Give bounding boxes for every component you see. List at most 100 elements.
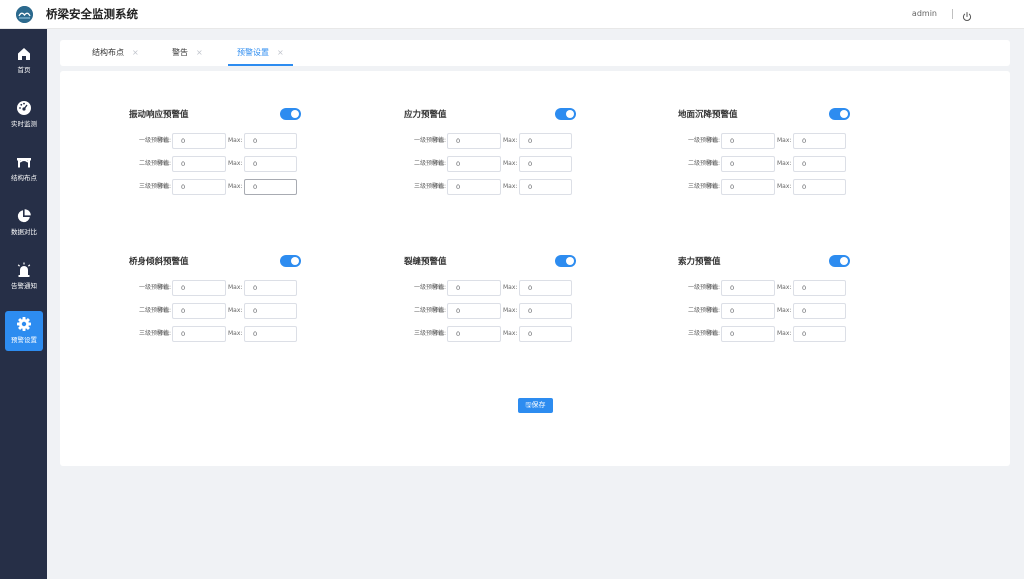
max-input[interactable]: 0	[793, 133, 846, 149]
max-label: Max:	[777, 160, 792, 167]
close-icon[interactable]: ×	[277, 48, 284, 57]
max-input[interactable]: 0	[519, 280, 572, 296]
min-input[interactable]: 0	[172, 326, 226, 342]
section-settlement: 地面沉降预警值 一级预警值: Min: 0 Max: 0 二级预警值: Min:…	[664, 107, 904, 207]
user-name[interactable]: admin	[912, 8, 937, 20]
section-crack: 裂缝预警值 一级预警值: Min: 0 Max: 0 二级预警值: Min: 0…	[390, 254, 630, 354]
min-input[interactable]: 0	[172, 133, 226, 149]
sidebar-item-home[interactable]: 首页	[5, 41, 43, 81]
min-input[interactable]: 0	[172, 303, 226, 319]
max-input[interactable]: 0	[519, 133, 572, 149]
min-input[interactable]: 0	[447, 133, 501, 149]
min-label: Min:	[706, 137, 719, 144]
max-input[interactable]: 0	[793, 303, 846, 319]
min-input[interactable]: 0	[172, 156, 226, 172]
save-button[interactable]: 🖫保存	[518, 398, 553, 413]
section-stress: 应力预警值 一级预警值: Min: 0 Max: 0 二级预警值: Min: 0…	[390, 107, 630, 207]
max-label: Max:	[777, 284, 792, 291]
min-input[interactable]: 0	[447, 303, 501, 319]
min-input[interactable]: 0	[447, 280, 501, 296]
max-input[interactable]: 0	[244, 280, 297, 296]
min-input[interactable]: 0	[721, 280, 775, 296]
max-input[interactable]: 0	[244, 179, 297, 195]
gear-icon	[16, 316, 32, 332]
enable-toggle[interactable]	[555, 108, 576, 120]
max-input[interactable]: 0	[244, 326, 297, 342]
max-input[interactable]: 0	[519, 156, 572, 172]
min-label: Min:	[706, 307, 719, 314]
min-input[interactable]: 0	[447, 179, 501, 195]
enable-toggle[interactable]	[555, 255, 576, 267]
tab-warning-settings[interactable]: 预警设置 ×	[228, 40, 293, 66]
section-title: 应力预警值	[404, 110, 447, 120]
max-input[interactable]: 0	[793, 179, 846, 195]
max-input[interactable]: 0	[519, 303, 572, 319]
enable-toggle[interactable]	[280, 108, 301, 120]
max-label: Max:	[228, 330, 243, 337]
min-label: Min:	[706, 160, 719, 167]
max-label: Max:	[503, 307, 518, 314]
min-input[interactable]: 0	[721, 156, 775, 172]
min-label: Min:	[432, 160, 445, 167]
min-input[interactable]: 0	[447, 156, 501, 172]
min-label: Min:	[157, 183, 170, 190]
max-input[interactable]: 0	[793, 326, 846, 342]
min-input[interactable]: 0	[721, 326, 775, 342]
min-label: Min:	[706, 183, 719, 190]
max-input[interactable]: 0	[244, 156, 297, 172]
sidebar-item-compare[interactable]: 数据对比	[5, 203, 43, 243]
sidebar-item-label: 实时监测	[11, 120, 37, 128]
max-input[interactable]: 0	[244, 303, 297, 319]
tab-warning[interactable]: 警告 ×	[172, 40, 203, 66]
max-input[interactable]: 0	[793, 156, 846, 172]
max-label: Max:	[777, 183, 792, 190]
section-cable-force: 索力预警值 一级预警值: Min: 0 Max: 0 二级预警值: Min: 0…	[664, 254, 904, 354]
enable-toggle[interactable]	[829, 255, 850, 267]
min-label: Min:	[157, 284, 170, 291]
tabs-bar: 结构布点 × 警告 × 预警设置 ×	[60, 40, 1010, 66]
top-header: 桥梁安全监测系统 admin	[0, 0, 1024, 29]
min-label: Min:	[706, 330, 719, 337]
sidebar-item-warning-settings[interactable]: 预警设置	[5, 311, 43, 351]
logo-icon	[16, 6, 33, 23]
enable-toggle[interactable]	[829, 108, 850, 120]
max-label: Max:	[228, 284, 243, 291]
min-label: Min:	[432, 307, 445, 314]
max-label: Max:	[777, 330, 792, 337]
section-title: 裂缝预警值	[404, 257, 447, 267]
dashboard-icon	[16, 100, 32, 116]
sidebar-item-alarm[interactable]: 告警通知	[5, 257, 43, 297]
tab-label: 结构布点	[92, 48, 124, 57]
min-input[interactable]: 0	[721, 179, 775, 195]
section-title: 地面沉降预警值	[678, 110, 738, 120]
min-input[interactable]: 0	[172, 280, 226, 296]
max-label: Max:	[777, 307, 792, 314]
max-label: Max:	[503, 284, 518, 291]
section-title: 索力预警值	[678, 257, 721, 267]
min-label: Min:	[432, 284, 445, 291]
max-input[interactable]: 0	[244, 133, 297, 149]
max-label: Max:	[503, 330, 518, 337]
min-input[interactable]: 0	[721, 303, 775, 319]
max-input[interactable]: 0	[519, 179, 572, 195]
min-label: Min:	[432, 183, 445, 190]
section-vibration: 振动响应预警值 一级预警值: Min: 0 Max: 0 二级预警值: Min:…	[115, 107, 355, 207]
min-input[interactable]: 0	[172, 179, 226, 195]
close-icon[interactable]: ×	[196, 48, 203, 57]
alarm-icon	[16, 262, 32, 278]
min-input[interactable]: 0	[447, 326, 501, 342]
section-title: 桥身倾斜预警值	[129, 257, 189, 267]
max-label: Max:	[503, 137, 518, 144]
enable-toggle[interactable]	[280, 255, 301, 267]
tab-structure[interactable]: 结构布点 ×	[92, 40, 139, 66]
max-input[interactable]: 0	[793, 280, 846, 296]
max-input[interactable]: 0	[519, 326, 572, 342]
max-label: Max:	[503, 160, 518, 167]
sidebar-item-realtime[interactable]: 实时监测	[5, 95, 43, 135]
sidebar-item-structure[interactable]: 结构布点	[5, 149, 43, 189]
min-label: Min:	[157, 137, 170, 144]
section-title: 振动响应预警值	[129, 110, 189, 120]
min-input[interactable]: 0	[721, 133, 775, 149]
power-icon[interactable]	[961, 8, 973, 21]
close-icon[interactable]: ×	[132, 48, 139, 57]
